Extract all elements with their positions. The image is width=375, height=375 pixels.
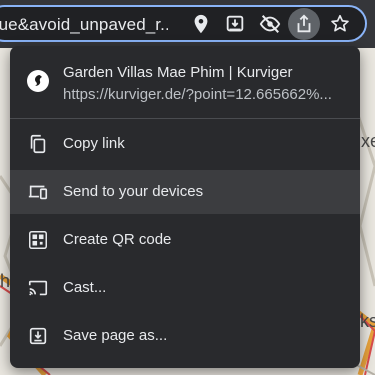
menu-divider: [10, 118, 360, 119]
devices-icon: [27, 181, 49, 203]
cast-icon: [27, 277, 49, 299]
cast-item[interactable]: Cast...: [10, 266, 360, 310]
menu-item-label: Create QR code: [63, 231, 172, 248]
save-page-as-item[interactable]: Save page as...: [10, 314, 360, 358]
bookmark-star-icon[interactable]: [324, 8, 356, 40]
map-label: xe: [361, 131, 375, 151]
map-label: ks: [360, 311, 375, 331]
menu-item-label: Send to your devices: [63, 183, 204, 200]
location-pin-icon[interactable]: [185, 8, 217, 40]
menu-item-label: Save page as...: [63, 327, 168, 344]
copy-icon: [27, 133, 49, 155]
menu-item-label: Copy link: [63, 135, 125, 152]
page-url: https://kurviger.de/?point=12.665662%...: [63, 86, 332, 103]
page-title: Garden Villas Mae Phim | Kurviger: [63, 64, 293, 81]
save-page-icon: [27, 325, 49, 347]
address-bar-url[interactable]: true&avoid_unpaved_r...: [0, 15, 168, 35]
share-menu: Garden Villas Mae Phim | Kurviger https:…: [10, 46, 360, 368]
install-app-icon[interactable]: [219, 8, 251, 40]
create-qr-code-item[interactable]: Create QR code: [10, 218, 360, 262]
site-favicon-icon: [27, 70, 49, 92]
qr-code-icon: [27, 229, 49, 251]
tracking-protection-icon[interactable]: [254, 8, 286, 40]
menu-item-label: Cast...: [63, 279, 107, 296]
share-menu-header: Garden Villas Mae Phim | Kurviger https:…: [10, 46, 360, 118]
share-icon[interactable]: [288, 8, 320, 40]
map-label: h: [0, 271, 11, 291]
browser-toolbar: true&avoid_unpaved_r...: [0, 0, 375, 48]
send-to-devices-item[interactable]: Send to your devices: [10, 170, 360, 214]
copy-link-item[interactable]: Copy link: [10, 122, 360, 166]
